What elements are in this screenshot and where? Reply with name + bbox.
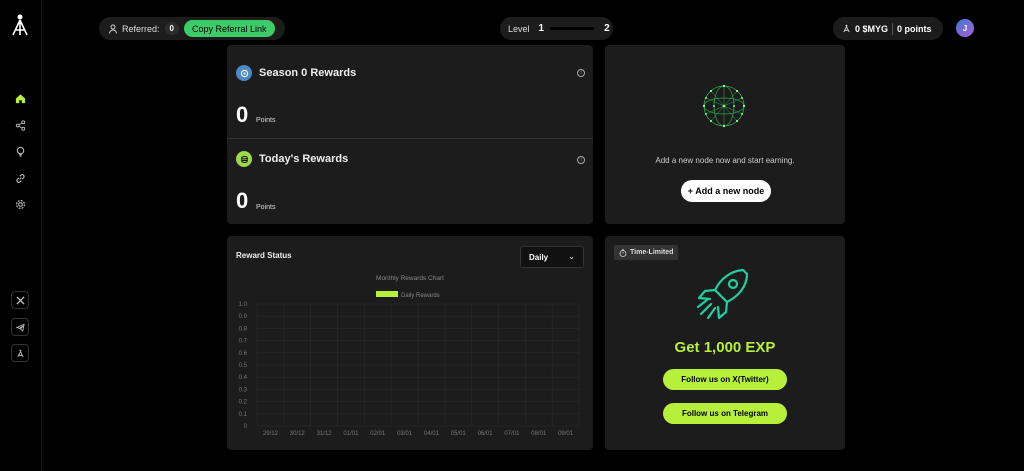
chevron-down-icon: ⌄: [568, 252, 575, 261]
today-rewards-value: 0: [236, 188, 249, 213]
legend-swatch: [376, 291, 398, 297]
x-tick-label: 04/01: [424, 431, 440, 437]
y-tick-label: 0.4: [239, 375, 248, 381]
x-tick-label: 08/01: [531, 431, 547, 437]
y-tick-label: 0: [244, 424, 248, 430]
myg-logo-icon[interactable]: [11, 344, 29, 362]
node-network-icon: [702, 84, 746, 128]
reward-status-card: Reward Status Daily ⌄ Monthly Rewards Ch…: [227, 236, 593, 450]
coins-icon: [236, 151, 252, 167]
link-icon[interactable]: [13, 171, 27, 185]
level-indicator: Level 1 2: [500, 17, 613, 40]
season-rewards-unit: Points: [256, 117, 276, 124]
share-icon[interactable]: [13, 118, 27, 132]
x-tick-label: 01/01: [343, 431, 359, 437]
info-icon[interactable]: i: [577, 69, 585, 77]
myg-token-icon: [843, 24, 850, 33]
season-rewards-header: Season 0 Rewards: [236, 65, 356, 81]
referred-count: 0: [164, 22, 179, 35]
divider: [227, 138, 593, 139]
app-logo[interactable]: [10, 14, 30, 36]
info-icon[interactable]: i: [577, 156, 585, 164]
today-rewards-unit: Points: [256, 204, 276, 211]
balance-display: 0 $MYG 0 points: [833, 17, 943, 40]
today-rewards-title: Today's Rewards: [259, 153, 349, 165]
y-tick-label: 0.2: [239, 400, 248, 406]
next-level: 2: [604, 23, 610, 34]
level-progress-bar: [550, 27, 595, 30]
copy-referral-link-button[interactable]: Copy Referral Link: [183, 20, 275, 37]
rocket-icon: [696, 268, 749, 320]
points-balance: 0 points: [897, 23, 932, 34]
rewards-chart: Monthly Rewards Chart Daily Rewards 0 0.1 0.…: [239, 275, 580, 437]
y-tick-label: 0.6: [239, 351, 248, 357]
user-icon: [109, 24, 117, 34]
legend-label: Daily Rewards: [401, 293, 440, 299]
y-tick-label: 0.3: [239, 387, 248, 393]
promo-title: Get 1,000 EXP: [674, 339, 776, 356]
x-tick-label: 05/01: [451, 431, 467, 437]
user-avatar[interactable]: J: [956, 19, 974, 37]
gear-icon[interactable]: [13, 197, 27, 211]
y-tick-label: 0.5: [239, 363, 248, 369]
divider: [892, 22, 894, 35]
telegram-icon[interactable]: [11, 318, 29, 336]
sidebar: [0, 0, 42, 471]
bulb-icon[interactable]: [13, 144, 27, 158]
season-icon: [236, 65, 252, 81]
y-tick-label: 0.7: [239, 339, 248, 345]
x-tick-label: 03/01: [397, 431, 413, 437]
x-tick-label: 09/01: [558, 431, 574, 437]
period-select[interactable]: Daily ⌄: [520, 246, 584, 268]
x-tick-label: 07/01: [504, 431, 520, 437]
stopwatch-icon: [619, 248, 627, 257]
x-tick-label: 31/12: [317, 431, 333, 437]
x-tick-label: 29/12: [263, 431, 279, 437]
level-label: Level: [508, 23, 530, 34]
home-icon[interactable]: [13, 91, 27, 105]
period-select-value: Daily: [529, 252, 549, 262]
y-tick-label: 0.8: [239, 326, 248, 332]
today-rewards-header: Today's Rewards: [236, 151, 348, 167]
node-card: Add a new node now and start earning. + …: [605, 45, 845, 224]
add-node-button[interactable]: + Add a new node: [681, 180, 771, 202]
reward-status-title: Reward Status: [236, 251, 292, 260]
x-tick-label: 02/01: [370, 431, 386, 437]
y-tick-label: 0.9: [239, 314, 248, 320]
badge-label: Time-Limited: [630, 249, 674, 256]
referred-label: Referred:: [122, 23, 160, 34]
follow-telegram-button[interactable]: Follow us on Telegram: [663, 403, 787, 424]
x-icon[interactable]: [11, 291, 29, 309]
y-tick-label: 1.0: [239, 302, 248, 308]
current-level: 1: [538, 23, 545, 34]
x-tick-label: 30/12: [290, 431, 306, 437]
follow-twitter-button[interactable]: Follow us on X(Twitter): [663, 369, 787, 390]
referral-bar: Referred: 0 Copy Referral Link: [99, 17, 285, 40]
x-tick-label: 06/01: [478, 431, 494, 437]
season-rewards-title: Season 0 Rewards: [259, 67, 357, 79]
time-limited-badge: Time-Limited: [614, 245, 679, 260]
season-rewards-value: 0: [236, 102, 249, 127]
chart-title: Monthly Rewards Chart: [376, 275, 444, 282]
rewards-card: Season 0 Rewards i 0 Points Today's Rewa…: [227, 45, 593, 224]
y-tick-label: 0.1: [239, 412, 248, 418]
myg-balance: 0 $MYG: [855, 23, 889, 34]
promo-card: Time-Limited Get 1,000 EXP Follow us on …: [605, 236, 845, 450]
add-node-prompt: Add a new node now and start earning.: [655, 156, 795, 165]
